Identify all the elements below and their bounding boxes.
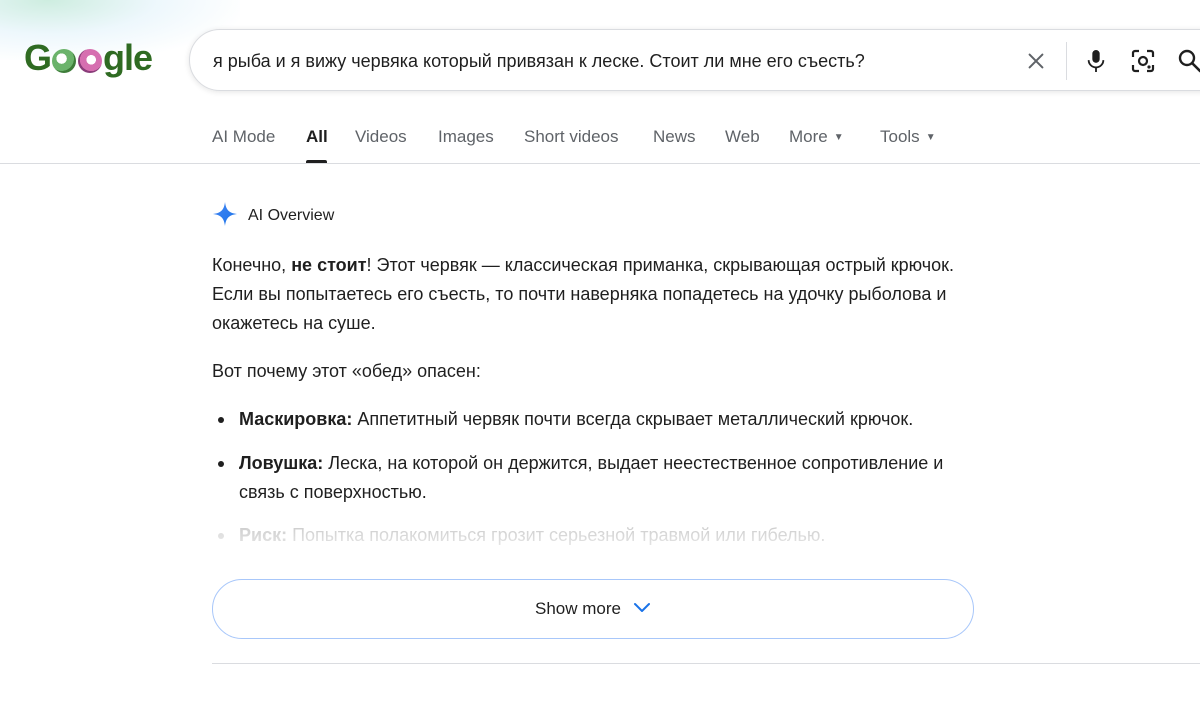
- chevron-down-icon: [633, 599, 651, 619]
- intro-emphasis: не стоит: [291, 255, 367, 275]
- logo-ball-icon: [52, 49, 77, 73]
- tab-all[interactable]: All: [306, 127, 328, 147]
- caret-down-icon: ▼: [833, 132, 844, 143]
- ai-overview-lead: Вот почему этот «обед» опасен:: [212, 361, 481, 381]
- ai-overview-intro: Конечно, не стоит! Этот червяк — классич…: [212, 251, 982, 338]
- search-results-page: G gle я рыба и я вижу червяка который пр…: [0, 0, 1200, 713]
- intro-text-start: Конечно,: [212, 255, 292, 275]
- google-doodle-logo[interactable]: G gle: [24, 36, 153, 80]
- bullet-text: Леска, на которой он держится, выдает не…: [239, 453, 944, 502]
- close-icon[interactable]: [1021, 46, 1051, 76]
- show-more-label: Show more: [535, 599, 621, 618]
- logo-letter-g: G: [24, 37, 52, 78]
- list-item: Маскировка: Аппетитный червяк почти всег…: [212, 405, 982, 434]
- tab-news[interactable]: News: [653, 127, 696, 147]
- section-divider: [212, 663, 1200, 664]
- bullet-term: Ловушка:: [239, 453, 324, 473]
- tab-short-videos[interactable]: Short videos: [524, 127, 619, 147]
- tab-tools-label: Tools: [880, 127, 920, 146]
- microphone-icon[interactable]: [1081, 46, 1111, 76]
- tab-images[interactable]: Images: [438, 127, 494, 147]
- camera-lens-icon[interactable]: [1128, 46, 1158, 76]
- tab-more-label: More: [789, 127, 828, 146]
- tab-videos[interactable]: Videos: [355, 127, 407, 147]
- search-box: [189, 29, 1200, 91]
- list-item: Ловушка: Леска, на которой он держится, …: [212, 449, 982, 507]
- search-icon[interactable]: [1175, 46, 1200, 76]
- search-input[interactable]: [213, 48, 1003, 74]
- ai-overview-header: AI Overview: [212, 201, 335, 232]
- logo-letters-gle: gle: [103, 37, 153, 78]
- bullet-term: Маскировка:: [239, 409, 353, 429]
- caret-down-icon: ▼: [925, 132, 936, 143]
- tab-web[interactable]: Web: [725, 127, 760, 147]
- bullet-term: Риск:: [239, 525, 288, 545]
- tab-more[interactable]: More ▼: [789, 127, 844, 147]
- search-box-divider: [1066, 42, 1067, 80]
- bullet-text: Аппетитный червяк почти всегда скрывает …: [352, 409, 914, 429]
- list-item: Риск: Попытка полакомиться грозит серьез…: [212, 521, 982, 550]
- tab-ai-mode[interactable]: AI Mode: [212, 127, 275, 147]
- bullet-text: Попытка полакомиться грозит серьезной тр…: [287, 525, 826, 545]
- sparkle-icon: [212, 201, 238, 232]
- logo-ball-icon: [78, 49, 103, 73]
- tab-tools[interactable]: Tools ▼: [880, 127, 936, 147]
- search-tabs: AI Mode All Videos Images Short videos N…: [0, 116, 1200, 164]
- active-tab-indicator: [306, 160, 327, 163]
- ai-overview-title: AI Overview: [248, 207, 335, 224]
- show-more-button[interactable]: Show more: [212, 579, 974, 639]
